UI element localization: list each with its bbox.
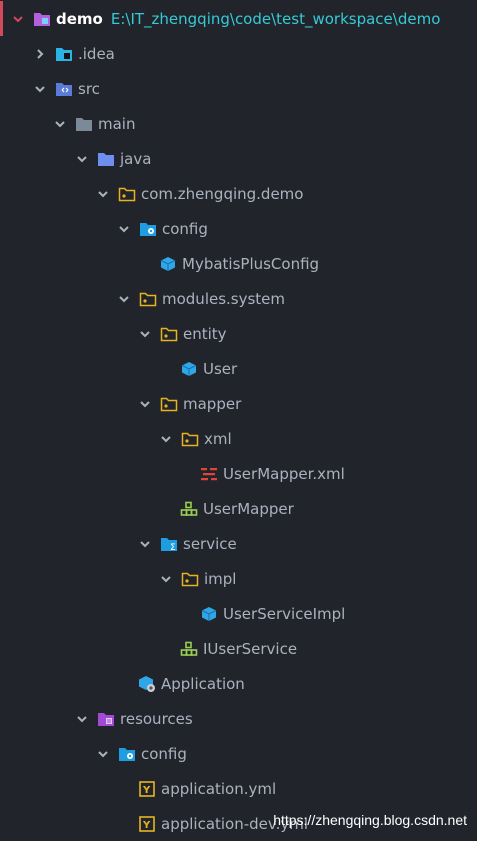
tree-item-label: UserMapper: [203, 499, 294, 518]
tree-item-label: MybatisPlusConfig: [182, 254, 320, 273]
package-icon: [160, 395, 178, 413]
tree-item-service[interactable]: Σ service: [0, 526, 477, 561]
tree-item-usermapper[interactable]: UserMapper: [0, 491, 477, 526]
tree-item-label: Application: [161, 674, 245, 693]
tree-item-label: IUserService: [203, 639, 298, 658]
svg-text:Σ: Σ: [170, 543, 176, 552]
svg-text:Y: Y: [142, 820, 151, 831]
project-path: E:\IT_zhengqing\code\test_workspace\demo: [110, 9, 441, 28]
class-cube-icon: [159, 255, 177, 273]
interface-icon: [180, 500, 198, 518]
chevron-down-icon[interactable]: [75, 712, 89, 726]
project-tree: demo E:\IT_zhengqing\code\test_workspace…: [0, 0, 477, 840]
tree-item-demo[interactable]: demo E:\IT_zhengqing\code\test_workspace…: [0, 1, 477, 36]
tree-item-entity[interactable]: entity: [0, 316, 477, 351]
tree-item-xml[interactable]: xml: [0, 421, 477, 456]
tree-item-iuserservice[interactable]: IUserService: [0, 631, 477, 666]
tree-item-label: java: [120, 149, 152, 168]
tree-item-mapper[interactable]: mapper: [0, 386, 477, 421]
chevron-down-icon[interactable]: [159, 572, 173, 586]
config-folder-icon: [118, 745, 136, 763]
tree-item-label: mapper: [183, 394, 242, 413]
config-folder-icon: [139, 220, 157, 238]
tree-item-label: impl: [204, 569, 237, 588]
tree-item-label: xml: [204, 429, 232, 448]
tree-item-label: application.yml: [161, 779, 277, 798]
package-icon: [139, 290, 157, 308]
tree-item-java[interactable]: java: [0, 141, 477, 176]
tree-item-label: service: [183, 534, 237, 553]
project-name: demo: [56, 9, 103, 28]
package-icon: [118, 185, 136, 203]
tree-item-package[interactable]: com.zhengqing.demo: [0, 176, 477, 211]
resources-folder-icon: [97, 710, 115, 728]
tree-item-label: config: [141, 744, 187, 763]
chevron-down-icon[interactable]: [117, 292, 131, 306]
chevron-down-icon[interactable]: [96, 187, 110, 201]
tree-item-label: UserServiceImpl: [223, 604, 346, 623]
chevron-down-icon[interactable]: [53, 117, 67, 131]
interface-icon: [180, 640, 198, 658]
tree-item-config[interactable]: config: [0, 211, 477, 246]
chevron-down-icon[interactable]: [138, 537, 152, 551]
tree-item-src[interactable]: src: [0, 71, 477, 106]
watermark: https://zhengqing.blog.csdn.net: [273, 812, 467, 828]
chevron-down-icon[interactable]: [11, 12, 25, 26]
class-cube-icon: [180, 360, 198, 378]
chevron-down-icon[interactable]: [138, 327, 152, 341]
folder-icon: [75, 115, 93, 133]
tree-item-application[interactable]: Application: [0, 666, 477, 701]
chevron-down-icon[interactable]: [138, 397, 152, 411]
yaml-file-icon: Y: [138, 815, 156, 833]
xml-file-icon: [200, 465, 218, 483]
yaml-file-icon: Y: [138, 780, 156, 798]
tree-item-idea[interactable]: .idea: [0, 36, 477, 71]
tree-item-label: entity: [183, 324, 227, 343]
tree-item-modules-system[interactable]: modules.system: [0, 281, 477, 316]
chevron-down-icon[interactable]: [159, 432, 173, 446]
svg-text:Y: Y: [142, 785, 151, 796]
class-cube-icon: [200, 605, 218, 623]
module-folder-icon: [33, 10, 51, 28]
tree-item-label: UserMapper.xml: [223, 464, 345, 483]
tree-item-application-yml[interactable]: Y application.yml: [0, 771, 477, 806]
folder-icon: [97, 150, 115, 168]
tree-item-label: config: [162, 219, 208, 238]
tree-item-usermapper-xml[interactable]: UserMapper.xml: [0, 456, 477, 491]
chevron-down-icon[interactable]: [96, 747, 110, 761]
tree-item-resources-config[interactable]: config: [0, 736, 477, 771]
chevron-down-icon[interactable]: [117, 222, 131, 236]
tree-item-label: com.zhengqing.demo: [141, 184, 304, 203]
tree-item-label: main: [98, 114, 136, 133]
tree-item-label: .idea: [78, 44, 115, 63]
tree-item-mybatisplusconfig[interactable]: MybatisPlusConfig: [0, 246, 477, 281]
tree-item-impl[interactable]: impl: [0, 561, 477, 596]
idea-folder-icon: [55, 45, 73, 63]
package-icon: [181, 430, 199, 448]
source-folder-icon: [55, 80, 73, 98]
package-icon: [160, 325, 178, 343]
tree-item-user[interactable]: User: [0, 351, 477, 386]
tree-item-label: src: [78, 79, 100, 98]
chevron-right-icon[interactable]: [33, 47, 47, 61]
service-folder-icon: Σ: [160, 535, 178, 553]
tree-item-label: User: [203, 359, 238, 378]
package-icon: [181, 570, 199, 588]
chevron-down-icon[interactable]: [33, 82, 47, 96]
tree-item-label: resources: [120, 709, 193, 728]
chevron-down-icon[interactable]: [75, 152, 89, 166]
spring-boot-class-icon: [138, 675, 156, 693]
tree-item-resources[interactable]: resources: [0, 701, 477, 736]
tree-item-label: modules.system: [162, 289, 286, 308]
tree-item-userserviceimpl[interactable]: UserServiceImpl: [0, 596, 477, 631]
tree-item-main[interactable]: main: [0, 106, 477, 141]
